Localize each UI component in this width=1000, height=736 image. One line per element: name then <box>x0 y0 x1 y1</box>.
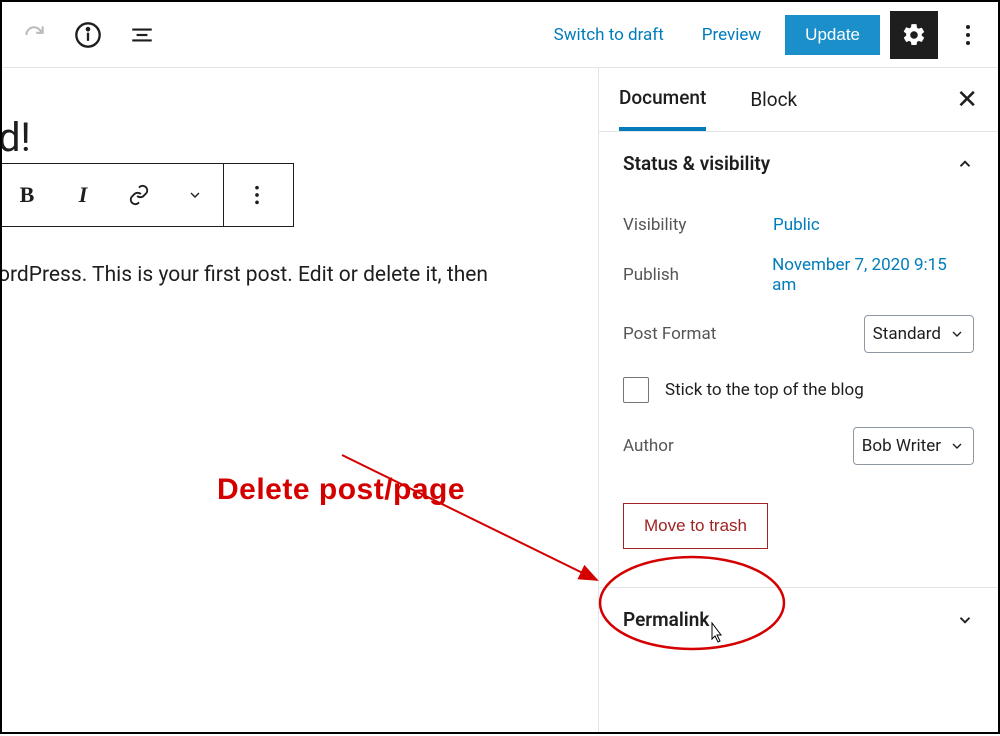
post-format-label: Post Format <box>623 324 716 344</box>
tab-document[interactable]: Document <box>619 68 706 131</box>
more-rich-text-button[interactable] <box>167 164 223 226</box>
close-sidebar-button[interactable]: ✕ <box>956 87 978 113</box>
update-button[interactable]: Update <box>785 15 880 55</box>
top-toolbar: Switch to draft Preview Update <box>2 2 998 68</box>
panel-status-header[interactable]: Status & visibility <box>599 132 998 195</box>
gear-icon <box>901 22 927 48</box>
author-select[interactable]: Bob Writer <box>853 427 974 465</box>
outline-icon[interactable] <box>120 13 164 57</box>
visibility-row: Visibility Public <box>623 215 974 235</box>
panel-permalink-header[interactable]: Permalink <box>599 587 998 651</box>
visibility-value[interactable]: Public <box>773 215 820 235</box>
block-toolbar: B I <box>2 163 294 227</box>
tab-block[interactable]: Block <box>750 70 797 129</box>
author-label: Author <box>623 436 674 456</box>
publish-label: Publish <box>623 265 772 285</box>
italic-button[interactable]: I <box>55 164 111 226</box>
settings-sidebar: Document Block ✕ Status & visibility Vis… <box>598 68 998 732</box>
publish-row: Publish November 7, 2020 9:15 am <box>623 255 974 295</box>
chevron-up-icon <box>956 155 974 173</box>
preview-link[interactable]: Preview <box>688 17 775 53</box>
panel-status-body: Visibility Public Publish November 7, 20… <box>599 195 998 587</box>
chevron-down-icon <box>956 611 974 629</box>
visibility-label: Visibility <box>623 215 773 235</box>
post-format-row: Post Format Standard <box>623 315 974 353</box>
dots-vertical-icon <box>254 184 260 206</box>
toolbar-right: Switch to draft Preview Update <box>540 11 988 59</box>
author-row: Author Bob Writer <box>623 427 974 465</box>
block-more-button[interactable] <box>224 164 290 226</box>
post-format-value: Standard <box>873 324 941 344</box>
toolbar-left <box>12 13 164 57</box>
chevron-down-icon <box>949 326 965 342</box>
sticky-row: Stick to the top of the blog <box>623 377 974 403</box>
switch-to-draft-link[interactable]: Switch to draft <box>540 17 678 53</box>
link-icon <box>128 184 150 206</box>
panel-permalink-title: Permalink <box>623 608 709 631</box>
paragraph-block[interactable]: ordPress. This is your first post. Edit … <box>2 259 598 293</box>
publish-value[interactable]: November 7, 2020 9:15 am <box>772 255 974 295</box>
sticky-checkbox[interactable] <box>623 377 649 403</box>
settings-button[interactable] <box>890 11 938 59</box>
panel-status-title: Status & visibility <box>623 152 770 175</box>
editor-canvas[interactable]: d! B I ordPress. This is your first post… <box>2 68 598 732</box>
chevron-down-icon <box>187 187 203 203</box>
post-title[interactable]: d! <box>2 114 598 161</box>
redo-button[interactable] <box>12 13 56 57</box>
annotation-label: Delete post/page <box>217 473 465 507</box>
link-button[interactable] <box>111 164 167 226</box>
sidebar-tabs: Document Block ✕ <box>599 68 998 132</box>
info-icon[interactable] <box>66 13 110 57</box>
chevron-down-icon <box>949 438 965 454</box>
move-to-trash-button[interactable]: Move to trash <box>623 503 768 549</box>
kebab-menu-button[interactable] <box>948 15 988 55</box>
author-value: Bob Writer <box>862 436 941 456</box>
bold-button[interactable]: B <box>2 164 55 226</box>
sticky-label: Stick to the top of the blog <box>665 380 864 400</box>
post-format-select[interactable]: Standard <box>864 315 974 353</box>
main-area: d! B I ordPress. This is your first post… <box>2 68 998 732</box>
